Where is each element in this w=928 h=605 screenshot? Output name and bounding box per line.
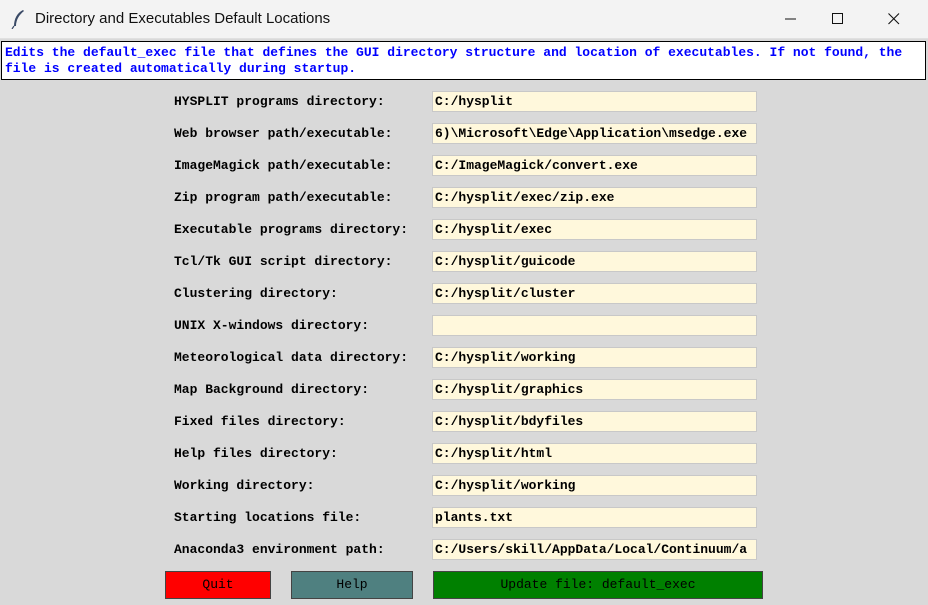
imagemagick-path-field[interactable] (432, 155, 757, 176)
fixed-files-directory-field[interactable] (432, 411, 757, 432)
label-clustering-directory: Clustering directory: (174, 286, 338, 301)
hysplit-programs-directory-field[interactable] (432, 91, 757, 112)
label-web-browser-path: Web browser path/executable: (174, 126, 393, 141)
minimize-button[interactable] (768, 0, 814, 39)
description-text: Edits the default_exec file that defines… (1, 41, 926, 80)
maximize-icon (832, 13, 843, 24)
label-meteorological-data-directory: Meteorological data directory: (174, 350, 409, 365)
title-bar: Directory and Executables Default Locati… (0, 0, 928, 39)
help-files-directory-field[interactable] (432, 443, 757, 464)
meteorological-data-directory-field[interactable] (432, 347, 757, 368)
label-working-directory: Working directory: (174, 478, 315, 493)
label-imagemagick-path: ImageMagick path/executable: (174, 158, 393, 173)
tcltk-gui-script-directory-field[interactable] (432, 251, 757, 272)
executable-programs-directory-field[interactable] (432, 219, 757, 240)
label-fixed-files-directory: Fixed files directory: (174, 414, 346, 429)
label-hysplit-programs-directory: HYSPLIT programs directory: (174, 94, 385, 109)
clustering-directory-field[interactable] (432, 283, 757, 304)
maximize-button[interactable] (815, 0, 861, 39)
zip-program-path-field[interactable] (432, 187, 757, 208)
label-starting-locations-file: Starting locations file: (174, 510, 362, 525)
label-zip-program-path: Zip program path/executable: (174, 190, 393, 205)
unix-xwindows-directory-field[interactable] (432, 315, 757, 336)
starting-locations-file-field[interactable] (432, 507, 757, 528)
anaconda3-environment-path-field[interactable] (432, 539, 757, 560)
label-tcltk-gui-script-directory: Tcl/Tk GUI script directory: (174, 254, 393, 269)
feather-icon (11, 9, 27, 30)
label-unix-xwindows-directory: UNIX X-windows directory: (174, 318, 370, 333)
help-button[interactable]: Help (291, 571, 413, 599)
label-executable-programs-directory: Executable programs directory: (174, 222, 409, 237)
window-title: Directory and Executables Default Locati… (35, 10, 331, 27)
label-help-files-directory: Help files directory: (174, 446, 338, 461)
label-anaconda3-environment-path: Anaconda3 environment path: (174, 542, 385, 557)
minimize-icon (785, 18, 796, 20)
close-button[interactable] (871, 0, 917, 39)
map-background-directory-field[interactable] (432, 379, 757, 400)
working-directory-field[interactable] (432, 475, 757, 496)
web-browser-path-field[interactable] (432, 123, 757, 144)
update-file-button[interactable]: Update file: default_exec (433, 571, 763, 599)
quit-button[interactable]: Quit (165, 571, 271, 599)
label-map-background-directory: Map Background directory: (174, 382, 370, 397)
close-icon (888, 13, 900, 25)
